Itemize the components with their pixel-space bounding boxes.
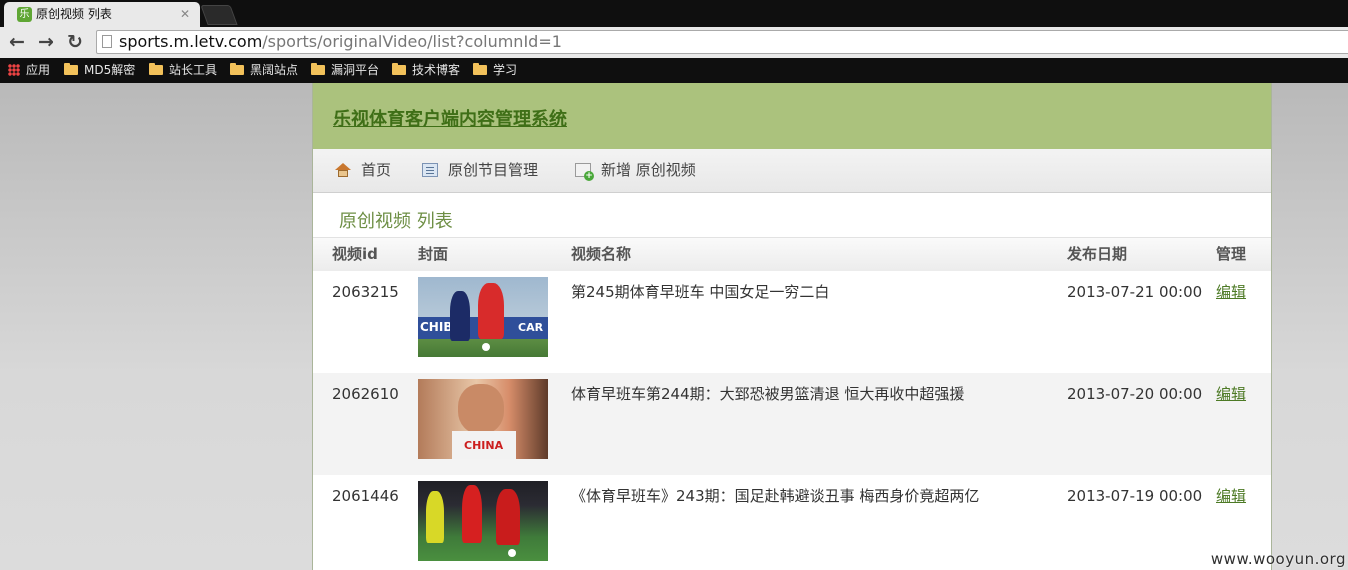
edit-link[interactable]: 编辑 <box>1216 281 1246 303</box>
table-header: 视频id 封面 视频名称 发布日期 管理 <box>313 237 1271 271</box>
nav-add-video[interactable]: 新增 原创视频 <box>575 149 696 192</box>
folder-icon <box>149 63 163 75</box>
table-row: 2061446 《体育早班车》243期：国足赴韩避谈丑事 梅西身价竟超两亿 20… <box>313 475 1271 570</box>
bookmark-tech-blog[interactable]: 技术博客 <box>392 58 460 83</box>
bookmark-label: 黑阔站点 <box>250 63 299 77</box>
add-document-icon <box>575 163 594 181</box>
bookmark-webmaster-tools[interactable]: 站长工具 <box>149 58 217 83</box>
address-bar[interactable]: sports.m.letv.com/sports/originalVideo/l… <box>96 30 1348 54</box>
video-id: 2062610 <box>332 385 399 403</box>
section-title: 原创视频 列表 <box>339 211 453 232</box>
browser-toolbar: ← → ↻ sports.m.letv.com/sports/originalV… <box>0 27 1348 58</box>
watermark: www.wooyun.org <box>1210 550 1346 568</box>
player-figure <box>450 291 470 341</box>
edit-link[interactable]: 编辑 <box>1216 383 1246 405</box>
table-row: 2063215 CHIBA CAR 第245期体育早班车 中国女足一穷二白 20… <box>313 271 1271 373</box>
bookmark-label: 应用 <box>26 63 51 77</box>
bookmark-study[interactable]: 学习 <box>473 58 517 83</box>
nav-home-label: 首页 <box>361 161 392 179</box>
video-title: 体育早班车第244期：大郅恐被男篮清退 恒大再收中超强援 <box>571 385 965 403</box>
publish-date: 2013-07-21 00:00 <box>1067 283 1203 301</box>
folder-icon <box>392 63 406 75</box>
url-path: /sports/originalVideo/list?columnId=1 <box>262 32 562 51</box>
player-face <box>458 384 504 434</box>
nav-program-management[interactable]: 原创节目管理 <box>422 149 538 192</box>
video-title: 《体育早班车》243期：国足赴韩避谈丑事 梅西身价竟超两亿 <box>571 487 980 505</box>
bookmark-label: 漏洞平台 <box>331 63 380 77</box>
col-header-id: 视频id <box>332 245 378 263</box>
site-header: 乐视体育客户端内容管理系统 <box>313 83 1271 150</box>
publish-date: 2013-07-19 00:00 <box>1067 487 1203 505</box>
close-tab-icon[interactable]: ✕ <box>180 2 190 27</box>
video-id: 2063215 <box>332 283 399 301</box>
bookmarks-bar: 应用 MD5解密 站长工具 黑阔站点 漏洞平台 技术博客 学习 <box>0 58 1348 83</box>
url-host: sports.m.letv.com <box>119 32 263 51</box>
forward-arrow-icon[interactable]: → <box>33 27 59 58</box>
list-icon <box>422 163 438 177</box>
bookmark-md5[interactable]: MD5解密 <box>64 58 135 83</box>
apps-grid-icon <box>8 64 20 76</box>
col-header-title: 视频名称 <box>571 245 632 263</box>
main-nav: 首页 原创节目管理 新增 原创视频 <box>313 149 1271 193</box>
col-header-cover: 封面 <box>418 245 449 263</box>
player-figure <box>496 489 520 545</box>
bookmark-label: 技术博客 <box>412 63 461 77</box>
new-tab-button[interactable] <box>200 5 238 25</box>
page-viewport: 乐视体育客户端内容管理系统 首页 原创节目管理 新增 原创视频 原创视频 列表 … <box>0 83 1348 570</box>
video-title: 第245期体育早班车 中国女足一穷二白 <box>571 283 830 301</box>
bookmark-sites[interactable]: 黑阔站点 <box>230 58 298 83</box>
publish-date: 2013-07-20 00:00 <box>1067 385 1203 403</box>
nav-home[interactable]: 首页 <box>335 149 391 192</box>
ball-shape <box>482 343 490 351</box>
player-figure <box>478 283 504 339</box>
nav-add-label: 新增 原创视频 <box>601 161 696 179</box>
col-header-date: 发布日期 <box>1067 245 1128 263</box>
nav-program-label: 原创节目管理 <box>448 161 539 179</box>
ad-text-car: CAR <box>518 321 544 334</box>
video-cover-image: CHINA <box>418 379 548 459</box>
back-arrow-icon[interactable]: ← <box>4 27 30 58</box>
home-icon <box>335 163 351 177</box>
edit-link[interactable]: 编辑 <box>1216 485 1246 507</box>
folder-icon <box>230 63 244 75</box>
video-cover-image <box>418 481 548 561</box>
folder-icon <box>311 63 325 75</box>
site-title-link[interactable]: 乐视体育客户端内容管理系统 <box>333 105 567 131</box>
tab-title: 原创视频 列表 <box>36 7 112 21</box>
video-cover-image: CHIBA CAR <box>418 277 548 357</box>
player-figure <box>426 491 444 543</box>
bookmark-label: MD5解密 <box>84 63 136 77</box>
ball-shape <box>508 549 516 557</box>
page-icon <box>102 35 112 48</box>
video-id: 2061446 <box>332 487 399 505</box>
browser-tab-strip: 乐 原创视频 列表 ✕ <box>0 0 1348 27</box>
bookmark-label: 站长工具 <box>169 63 218 77</box>
jersey-text: CHINA <box>464 439 504 452</box>
folder-icon <box>64 63 78 75</box>
bookmark-vuln-platform[interactable]: 漏洞平台 <box>311 58 379 83</box>
col-header-manage: 管理 <box>1216 245 1247 263</box>
site-favicon-icon: 乐 <box>17 7 32 22</box>
cms-panel: 乐视体育客户端内容管理系统 首页 原创节目管理 新增 原创视频 原创视频 列表 … <box>312 83 1272 570</box>
table-row: 2062610 CHINA 体育早班车第244期：大郅恐被男篮清退 恒大再收中超… <box>313 373 1271 475</box>
bookmark-apps[interactable]: 应用 <box>8 58 50 83</box>
reload-icon[interactable]: ↻ <box>62 27 88 58</box>
player-figure <box>462 485 482 543</box>
bookmark-label: 学习 <box>493 63 518 77</box>
folder-icon <box>473 63 487 75</box>
browser-tab[interactable]: 乐 原创视频 列表 ✕ <box>4 2 200 27</box>
